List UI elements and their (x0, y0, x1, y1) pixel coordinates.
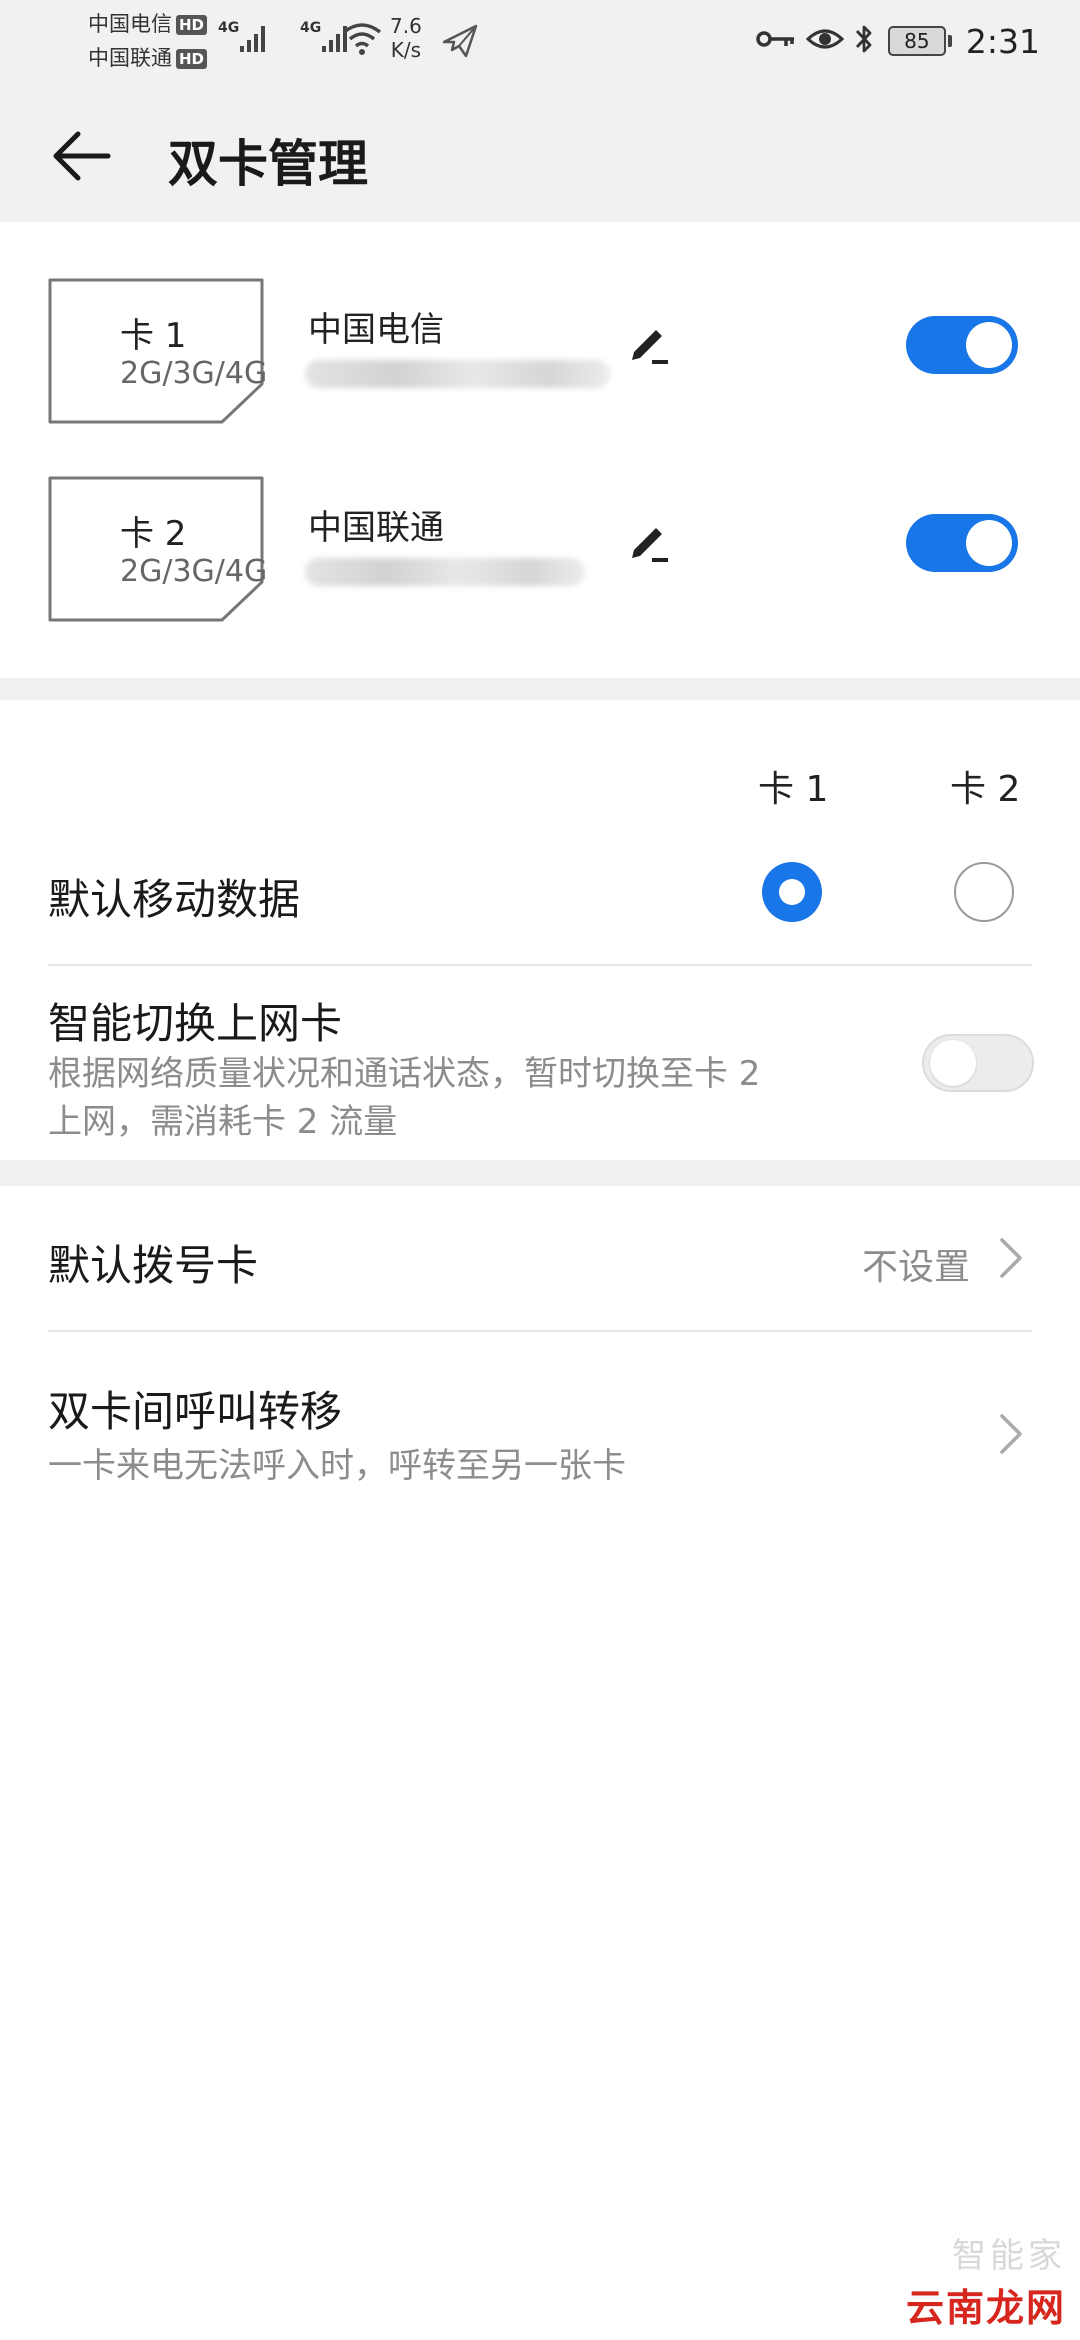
smart-switch-description-line-1: 根据网络质量状况和通话状态，暂时切换至卡 2 (48, 1054, 761, 1094)
column-header-card-2: 卡 2 (950, 769, 1021, 810)
sim-card-section: 卡 1 2G/3G/4G 中国电信 卡 2 2G/3G/4G 中国联通 (0, 222, 1080, 678)
speed-value: 7.6 (390, 14, 422, 38)
sim-card-2-icon: 卡 2 2G/3G/4G (48, 476, 268, 622)
toggle-knob (966, 520, 1012, 566)
watermark: 智能家 云南龙网 (905, 2228, 1066, 2332)
sim-2-carrier: 中国联通 (308, 508, 444, 548)
edit-icon[interactable] (626, 324, 672, 370)
hd-badge-1: HD (176, 15, 208, 35)
back-button[interactable] (44, 118, 120, 194)
sim-1-bands: 2G/3G/4G (120, 356, 268, 391)
default-mobile-data-label: 默认移动数据 (48, 875, 301, 924)
smart-switch-description-line-2: 上网，需消耗卡 2 流量 (48, 1102, 398, 1142)
sim-1-label: 卡 1 (120, 316, 187, 356)
call-forwarding-label: 双卡间呼叫转移 (48, 1387, 343, 1436)
section-gap (0, 678, 1080, 700)
airplane-icon (440, 20, 480, 64)
smart-switch-label: 智能切换上网卡 (48, 999, 343, 1048)
sim-row-1: 卡 1 2G/3G/4G 中国电信 (0, 278, 1080, 428)
battery-level: 85 (904, 29, 930, 53)
status-bar-right: 85 2:31 (756, 16, 1040, 66)
chevron-right-icon (1000, 1238, 1022, 1278)
sim-2-toggle[interactable] (906, 514, 1018, 572)
carrier-1-name: 中国电信 (88, 12, 172, 36)
sim-2-label: 卡 2 (120, 514, 187, 554)
call-forwarding-row[interactable]: 双卡间呼叫转移 一卡来电无法呼入时，呼转至另一张卡 (0, 1332, 1080, 1512)
back-arrow-icon (53, 131, 111, 181)
default-dial-value: 不设置 (861, 1247, 970, 1288)
hd-badge-2: HD (176, 49, 208, 69)
default-data-card-2-radio[interactable] (954, 862, 1014, 922)
sim-2-number-blurred (305, 558, 585, 586)
bluetooth-icon (854, 22, 874, 60)
sim-1-carrier: 中国电信 (308, 310, 444, 350)
page-title: 双卡管理 (168, 135, 368, 193)
column-header-card-1: 卡 1 (758, 769, 829, 810)
chevron-right-icon (1000, 1414, 1022, 1454)
divider (48, 964, 1032, 966)
speed-unit: K/s (390, 38, 422, 62)
battery-tip (947, 35, 952, 47)
edit-icon[interactable] (626, 522, 672, 568)
toggle-knob (930, 1040, 976, 1086)
sim-2-bands: 2G/3G/4G (120, 554, 268, 589)
default-data-card-1-radio[interactable] (762, 862, 822, 922)
network-speed: 7.6 K/s (390, 14, 422, 62)
battery-icon: 85 (887, 26, 946, 56)
watermark-brand-text: 云南龙网 (905, 2277, 1066, 2332)
toggle-knob (966, 322, 1012, 368)
sim-row-2: 卡 2 2G/3G/4G 中国联通 (0, 476, 1080, 626)
carrier-1-status: 中国电信 HD (88, 8, 208, 38)
carrier-2-name: 中国联通 (88, 46, 172, 70)
smart-switch-toggle[interactable] (922, 1034, 1034, 1092)
default-dial-label: 默认拨号卡 (48, 1241, 259, 1290)
sim-1-number-blurred (305, 360, 610, 388)
watermark-faint-text: 智能家 (952, 2236, 1066, 2276)
key-icon (756, 28, 796, 54)
call-forwarding-description: 一卡来电无法呼入时，呼转至另一张卡 (48, 1446, 626, 1486)
sim-card-1-icon: 卡 1 2G/3G/4G (48, 278, 268, 424)
clock: 2:31 (965, 21, 1040, 61)
wifi-icon (340, 20, 384, 60)
default-dial-row[interactable]: 默认拨号卡 不设置 (0, 1186, 1080, 1332)
section-gap (0, 1160, 1080, 1186)
carrier-2-status: 中国联通 HD (88, 42, 208, 72)
sim-1-toggle[interactable] (906, 316, 1018, 374)
eye-icon (805, 25, 845, 57)
